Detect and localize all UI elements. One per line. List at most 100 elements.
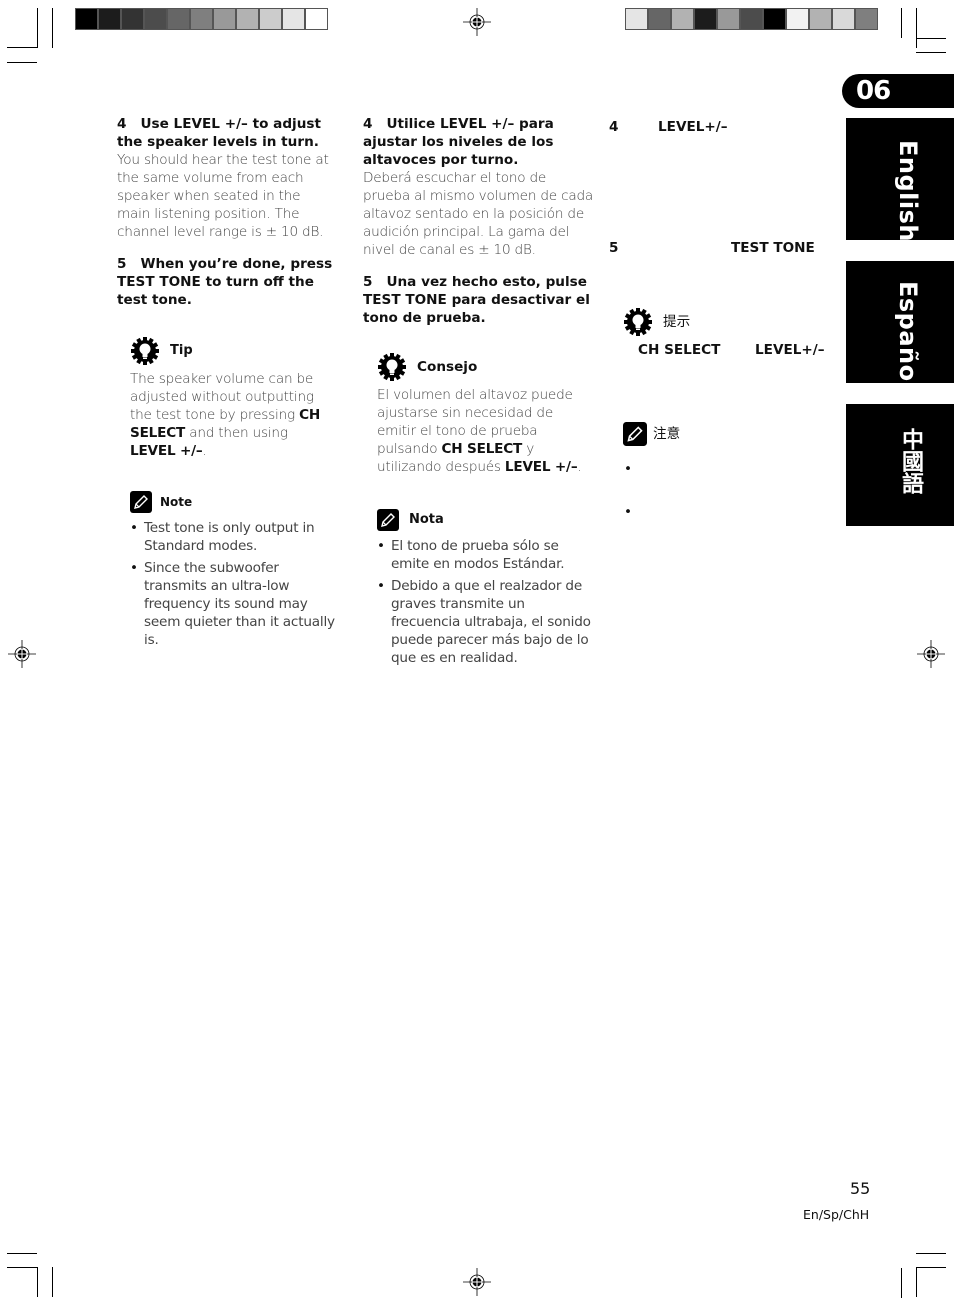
registration-mark-icon <box>917 640 945 668</box>
step-5-heading: 5 Una vez hecho esto, pulse TEST TONE par… <box>363 273 595 327</box>
language-tab-label: English <box>894 140 922 242</box>
color-swatch <box>810 9 833 29</box>
spanish-column: 4 Utilice LEVEL +/– para ajustar los nive… <box>363 115 595 327</box>
color-swatch <box>626 9 649 29</box>
tip-body: The speaker volume can be adjusted witho… <box>130 370 335 460</box>
language-code: En/Sp/ChH <box>803 1207 870 1222</box>
tip-label: Tip <box>170 343 193 358</box>
tip-header: Tip <box>130 336 335 366</box>
step-4-body: Deberá escuchar el tono de prueba al mis… <box>363 170 594 258</box>
color-swatch <box>672 9 695 29</box>
note-item: Debido a que el realzador de graves tran… <box>377 577 592 667</box>
color-swatch <box>856 9 877 29</box>
step-number: 4 <box>363 116 373 132</box>
crop-mark <box>916 52 946 53</box>
note-label: 注意 <box>653 426 681 442</box>
chinese-note-header: 注意 <box>623 422 680 446</box>
crop-mark <box>916 38 946 39</box>
tip-text: . <box>577 459 582 475</box>
note-label: Note <box>160 495 193 509</box>
chinese-step-4-title: LEVEL+/– <box>658 119 728 135</box>
tip-lightbulb-icon <box>623 307 653 337</box>
step-number: 5 <box>117 256 127 272</box>
tip-lightbulb-icon <box>130 336 160 366</box>
color-swatch <box>145 9 168 29</box>
chinese-note-bullet: • <box>624 461 633 477</box>
note-header: Note <box>130 491 335 513</box>
color-swatch <box>168 9 191 29</box>
step-title: Utilice LEVEL +/– para ajustar los nivel… <box>363 116 554 168</box>
english-tip-box: Tip The speaker volume can be adjusted w… <box>130 336 335 460</box>
tip-lightbulb-icon <box>377 352 407 382</box>
registration-mark-icon <box>8 640 36 668</box>
crop-mark <box>901 1268 902 1298</box>
crop-mark <box>7 47 37 48</box>
color-swatch <box>306 9 327 29</box>
chinese-step-5-title: TEST TONE <box>731 240 815 256</box>
tip-bold-level: LEVEL +/– <box>130 443 203 459</box>
color-swatch <box>76 9 99 29</box>
note-pencil-icon <box>623 422 647 446</box>
language-tab-label: Español <box>894 281 922 391</box>
crop-mark <box>52 1267 53 1297</box>
note-list: El tono de prueba sólo se emite en modos… <box>377 537 592 667</box>
color-calibration-bar-right <box>625 8 878 30</box>
crop-mark <box>7 1267 37 1268</box>
step-title: When you’re done, press TEST TONE to tur… <box>117 256 333 308</box>
language-tab-spanish[interactable]: Español <box>846 261 954 390</box>
chinese-step-4-number: 4 <box>609 119 619 135</box>
color-swatch <box>718 9 741 29</box>
english-column: 4 Use LEVEL +/– to adjust the speaker lev… <box>117 115 335 309</box>
color-swatch <box>283 9 306 29</box>
crop-mark <box>916 8 917 48</box>
crop-mark <box>52 8 53 48</box>
language-tab-english[interactable]: English <box>846 118 954 242</box>
tip-header: Consejo <box>377 352 592 382</box>
color-swatch <box>237 9 260 29</box>
color-calibration-bar-left <box>75 8 328 30</box>
note-label: Nota <box>409 512 444 527</box>
step-number: 5 <box>363 274 373 290</box>
tip-text: . <box>202 443 207 459</box>
step-4-heading: 4 Utilice LEVEL +/– para ajustar los nive… <box>363 115 595 169</box>
crop-mark <box>916 1267 946 1268</box>
crop-mark <box>916 1267 917 1297</box>
chinese-tip-ch-select: CH SELECT <box>638 342 721 358</box>
step-title: Use LEVEL +/– to adjust the speaker leve… <box>117 116 321 150</box>
color-swatch <box>122 9 145 29</box>
color-swatch <box>833 9 856 29</box>
language-tab-label: 中國語 <box>898 428 923 494</box>
crop-mark <box>37 8 38 48</box>
tip-bold-ch-select: CH SELECT <box>441 441 523 457</box>
note-pencil-icon <box>130 491 152 513</box>
note-list: Test tone is only output in Standard mod… <box>130 519 335 649</box>
tip-text: and then using <box>185 425 288 441</box>
step-title: Una vez hecho esto, pulse TEST TONE para… <box>363 274 590 326</box>
crop-mark <box>7 1253 37 1254</box>
note-pencil-icon <box>377 509 399 531</box>
crop-mark <box>901 8 902 38</box>
color-swatch <box>695 9 718 29</box>
english-note-box: Note Test tone is only output in Standar… <box>130 491 335 653</box>
note-item: El tono de prueba sólo se emite en modos… <box>377 537 592 573</box>
chapter-number-badge: 06 <box>842 74 954 108</box>
color-swatch <box>214 9 237 29</box>
tip-label: Consejo <box>417 359 478 375</box>
chinese-tip-header: 提示 <box>623 307 690 337</box>
note-header: 注意 <box>623 422 680 446</box>
crop-mark <box>37 1267 38 1297</box>
step-4-body: You should hear the test tone at the sam… <box>117 152 329 240</box>
language-tab-chinese[interactable]: 中國語 <box>846 404 954 526</box>
page-number: 55 <box>850 1179 871 1198</box>
chinese-note-bullet: • <box>624 504 633 520</box>
step-4-heading: 4 Use LEVEL +/– to adjust the speaker lev… <box>117 115 335 151</box>
tip-header: 提示 <box>623 307 690 337</box>
step-5-heading: 5 When you’re done, press TEST TONE to tu… <box>117 255 335 309</box>
chinese-tip-level: LEVEL+/– <box>755 342 825 358</box>
color-swatch <box>99 9 122 29</box>
color-swatch <box>649 9 672 29</box>
note-item: Since the subwoofer transmits an ultra-l… <box>130 559 335 649</box>
color-swatch <box>787 9 810 29</box>
step-number: 4 <box>117 116 127 132</box>
registration-mark-icon <box>463 8 491 36</box>
